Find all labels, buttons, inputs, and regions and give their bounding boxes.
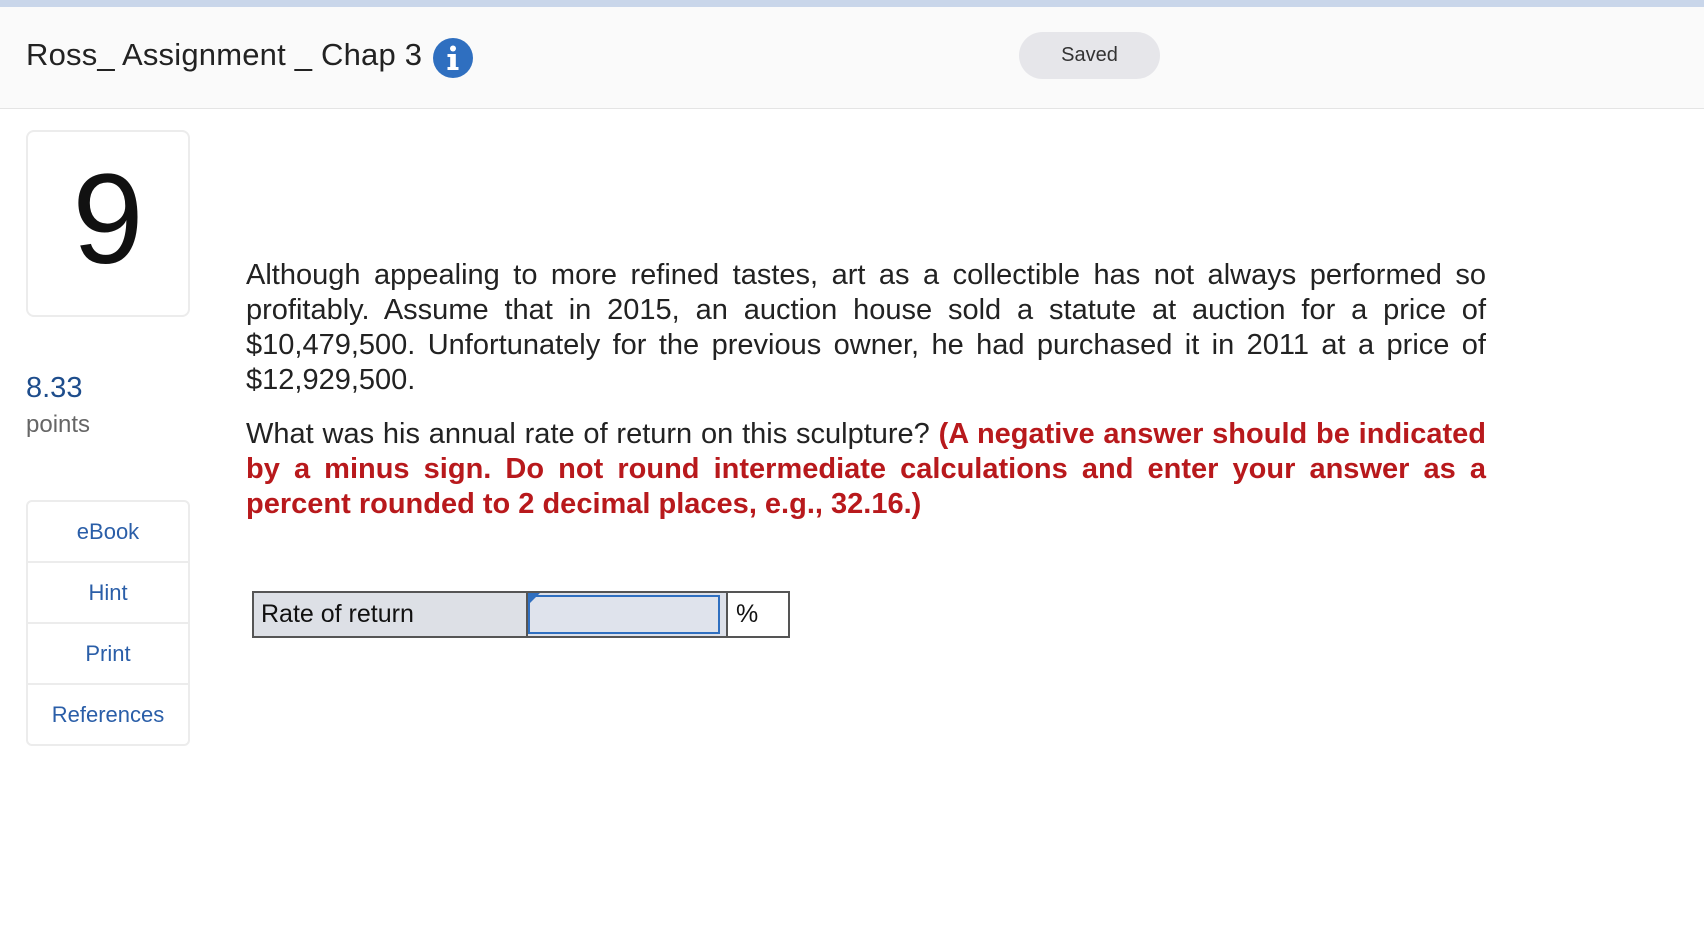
- points-value: 8.33: [26, 372, 83, 404]
- references-link[interactable]: References: [28, 685, 188, 744]
- question-text: Although appealing to more refined taste…: [246, 258, 1486, 522]
- input-marker-icon: [528, 593, 540, 605]
- question-number: 9: [72, 147, 144, 291]
- ebook-link[interactable]: eBook: [28, 502, 188, 563]
- top-accent-strip: [0, 0, 1704, 7]
- info-icon[interactable]: [433, 38, 473, 78]
- question-prompt: What was his annual rate of return on th…: [246, 418, 930, 450]
- answer-input-cell: [526, 591, 728, 638]
- question-paragraph-scenario: Although appealing to more refined taste…: [246, 259, 1486, 396]
- print-link[interactable]: Print: [28, 624, 188, 685]
- answer-row: Rate of return %: [252, 591, 790, 638]
- question-paragraph-prompt: What was his annual rate of return on th…: [246, 417, 1486, 522]
- assignment-header: Ross_ Assignment _ Chap 3 Saved: [0, 7, 1704, 109]
- info-glyph-icon: [447, 45, 459, 70]
- saved-status-badge: Saved: [1019, 32, 1160, 79]
- answer-table: Rate of return %: [252, 591, 790, 638]
- points-label: points: [26, 411, 91, 438]
- assignment-title: Ross_ Assignment _ Chap 3: [26, 37, 423, 72]
- answer-label: Rate of return: [252, 591, 528, 638]
- hint-link[interactable]: Hint: [28, 563, 188, 624]
- rate-of-return-input[interactable]: [528, 595, 720, 634]
- question-number-box: 9: [26, 130, 190, 317]
- question-tools: eBook Hint Print References: [26, 500, 190, 746]
- answer-unit: %: [726, 591, 790, 638]
